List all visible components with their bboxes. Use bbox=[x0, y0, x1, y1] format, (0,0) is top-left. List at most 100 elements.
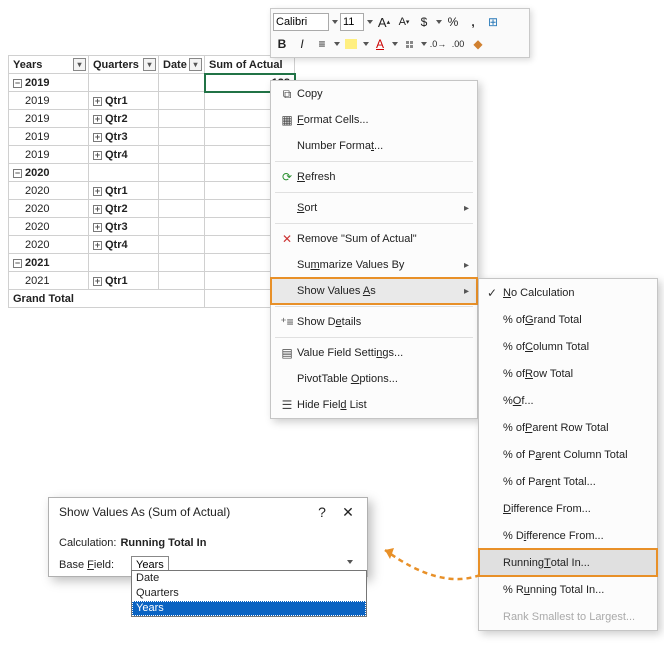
qtr-year[interactable]: 2021 bbox=[9, 272, 89, 290]
option-quarters[interactable]: Quarters bbox=[132, 586, 366, 601]
chevron-down-icon[interactable] bbox=[334, 42, 340, 46]
option-date[interactable]: Date bbox=[132, 571, 366, 586]
expand-icon[interactable]: + bbox=[93, 133, 102, 142]
menu-value-field[interactable]: ▤ Value Field Settings... bbox=[271, 340, 477, 366]
header-date[interactable]: Date bbox=[159, 56, 205, 74]
chevron-down-icon bbox=[347, 560, 353, 564]
submenu-rank-smallest[interactable]: Rank Smallest to Largest... bbox=[479, 603, 657, 630]
collapse-icon[interactable]: − bbox=[13, 259, 22, 268]
chevron-down-icon[interactable] bbox=[332, 20, 338, 24]
clear-icon[interactable]: ◆ bbox=[469, 35, 487, 53]
comma-icon[interactable]: , bbox=[464, 13, 482, 31]
align-icon[interactable]: ≡ bbox=[313, 35, 331, 53]
menu-show-details[interactable]: ⁺≡ Show Details bbox=[271, 309, 477, 335]
border-icon[interactable] bbox=[400, 35, 418, 53]
submenu-pct-parent[interactable]: % of Parent Total... bbox=[479, 468, 657, 495]
menu-remove[interactable]: ✕ Remove "Sum of Actual" bbox=[271, 226, 477, 252]
menu-sort[interactable]: Sort ▸ bbox=[271, 195, 477, 221]
submenu-pct-col[interactable]: % of Column Total bbox=[479, 333, 657, 360]
qtr-row[interactable]: +Qtr3 bbox=[89, 218, 159, 236]
qtr-row[interactable]: +Qtr4 bbox=[89, 236, 159, 254]
qtr-row[interactable]: +Qtr1 bbox=[89, 92, 159, 110]
font-size-input[interactable] bbox=[340, 13, 364, 31]
submenu-pct-grand[interactable]: % of Grand Total bbox=[479, 306, 657, 333]
submenu-running-total[interactable]: Running Total In... bbox=[479, 549, 657, 576]
increase-font-icon[interactable]: A▴ bbox=[375, 13, 393, 31]
expand-icon[interactable]: + bbox=[93, 97, 102, 106]
year-row[interactable]: −2020 bbox=[9, 164, 89, 182]
qtr-year[interactable]: 2019 bbox=[9, 146, 89, 164]
qtr-year[interactable]: 2019 bbox=[9, 92, 89, 110]
submenu-diff-from[interactable]: Difference From... bbox=[479, 495, 657, 522]
format-painter-icon[interactable]: ⊞ bbox=[484, 13, 502, 31]
submenu-pct-diff-from[interactable]: % Difference From... bbox=[479, 522, 657, 549]
submenu-pct-running[interactable]: % Running Total In... bbox=[479, 576, 657, 603]
collapse-icon[interactable]: − bbox=[13, 79, 22, 88]
qtr-year[interactable]: 2020 bbox=[9, 218, 89, 236]
font-color-icon[interactable]: A bbox=[371, 35, 389, 53]
expand-icon[interactable]: + bbox=[93, 277, 102, 286]
expand-icon[interactable]: + bbox=[93, 205, 102, 214]
expand-icon[interactable]: + bbox=[93, 187, 102, 196]
header-sum[interactable]: Sum of Actual bbox=[205, 56, 295, 74]
fill-color-icon[interactable] bbox=[342, 35, 360, 53]
qtr-row[interactable]: +Qtr1 bbox=[89, 182, 159, 200]
qtr-row[interactable]: +Qtr1 bbox=[89, 272, 159, 290]
expand-icon[interactable]: + bbox=[93, 115, 102, 124]
menu-show-values-as[interactable]: Show Values As ▸ bbox=[271, 278, 477, 304]
submenu-no-calc[interactable]: No Calculation bbox=[479, 279, 657, 306]
menu-pivot-options[interactable]: PivotTable Options... bbox=[271, 366, 477, 392]
copy-icon: ⧉ bbox=[277, 87, 297, 102]
menu-summarize[interactable]: Summarize Values By ▸ bbox=[271, 252, 477, 278]
chevron-right-icon: ▸ bbox=[464, 286, 469, 297]
base-field-label: Base Field: bbox=[59, 559, 131, 571]
menu-format-cells[interactable]: ▦ Format Cells... bbox=[271, 107, 477, 133]
expand-icon[interactable]: + bbox=[93, 241, 102, 250]
menu-number-format[interactable]: Number Format... bbox=[271, 133, 477, 159]
dropdown-icon[interactable] bbox=[143, 58, 156, 71]
italic-icon[interactable]: I bbox=[293, 35, 311, 53]
menu-copy[interactable]: ⧉ Copy bbox=[271, 81, 477, 107]
decrease-font-icon[interactable]: A▾ bbox=[395, 13, 413, 31]
dropdown-icon[interactable] bbox=[73, 58, 86, 71]
menu-hide-field-list[interactable]: ☰ Hide Field List bbox=[271, 392, 477, 418]
chevron-down-icon[interactable] bbox=[363, 42, 369, 46]
chevron-right-icon: ▸ bbox=[464, 203, 469, 214]
qtr-row[interactable]: +Qtr4 bbox=[89, 146, 159, 164]
qtr-year[interactable]: 2019 bbox=[9, 110, 89, 128]
percent-icon[interactable]: % bbox=[444, 13, 462, 31]
expand-icon[interactable]: + bbox=[93, 223, 102, 232]
qtr-row[interactable]: +Qtr2 bbox=[89, 200, 159, 218]
qtr-year[interactable]: 2020 bbox=[9, 200, 89, 218]
header-quarters[interactable]: Quarters bbox=[89, 56, 159, 74]
expand-icon[interactable]: + bbox=[93, 151, 102, 160]
header-years[interactable]: Years bbox=[9, 56, 89, 74]
chevron-down-icon[interactable] bbox=[367, 20, 373, 24]
qtr-year[interactable]: 2020 bbox=[9, 182, 89, 200]
qtr-row[interactable]: +Qtr2 bbox=[89, 110, 159, 128]
show-values-as-dialog: Show Values As (Sum of Actual) ? ✕ Calcu… bbox=[48, 497, 368, 577]
dropdown-icon[interactable] bbox=[189, 58, 202, 71]
year-row[interactable]: −2021 bbox=[9, 254, 89, 272]
year-row[interactable]: −2019 bbox=[9, 74, 89, 92]
close-button[interactable]: ✕ bbox=[335, 504, 361, 521]
collapse-icon[interactable]: − bbox=[13, 169, 22, 178]
qtr-year[interactable]: 2020 bbox=[9, 236, 89, 254]
bold-icon[interactable]: B bbox=[273, 35, 291, 53]
chevron-down-icon[interactable] bbox=[392, 42, 398, 46]
chevron-down-icon[interactable] bbox=[421, 42, 427, 46]
chevron-down-icon[interactable] bbox=[436, 20, 442, 24]
qtr-row[interactable]: +Qtr3 bbox=[89, 128, 159, 146]
submenu-pct-row[interactable]: % of Row Total bbox=[479, 360, 657, 387]
qtr-year[interactable]: 2019 bbox=[9, 128, 89, 146]
decrease-decimal-icon[interactable]: .00 bbox=[449, 35, 467, 53]
increase-decimal-icon[interactable]: .0→ bbox=[429, 35, 447, 53]
submenu-pct-parent-row[interactable]: % of Parent Row Total bbox=[479, 414, 657, 441]
submenu-pct-parent-col[interactable]: % of Parent Column Total bbox=[479, 441, 657, 468]
currency-icon[interactable]: $ bbox=[415, 13, 433, 31]
font-name-input[interactable] bbox=[273, 13, 329, 31]
submenu-pct-of[interactable]: % Of... bbox=[479, 387, 657, 414]
menu-refresh[interactable]: ⟳ Refresh bbox=[271, 164, 477, 190]
option-years[interactable]: Years bbox=[132, 601, 366, 616]
help-button[interactable]: ? bbox=[309, 504, 335, 520]
